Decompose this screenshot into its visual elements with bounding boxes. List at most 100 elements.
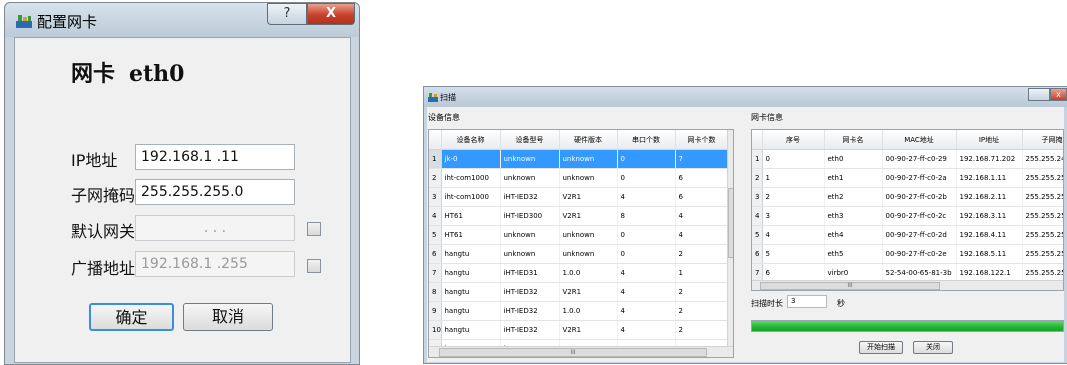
table-cell[interactable]: iHT-IED32 [500, 187, 560, 207]
row-number[interactable]: 1 [752, 149, 763, 169]
broadcast-field[interactable]: 192.168.1 .255 [135, 251, 295, 277]
row-number[interactable]: 8 [429, 282, 442, 302]
table-cell[interactable]: 7 [675, 149, 729, 169]
row-number[interactable]: 4 [429, 206, 442, 226]
table-cell[interactable]: 00-90-27-ff-c0-2a [882, 168, 957, 188]
table-row[interactable]: 2 iht-com1000 unknown unknown 0 6 [429, 168, 729, 188]
table-cell[interactable]: iHT-IED32 [500, 320, 560, 340]
table-cell[interactable]: 192.168.4.11 [956, 225, 1023, 245]
table-row[interactable]: 9 hangtu iHT-IED32 1.0.0 4 2 [429, 301, 729, 321]
table-row[interactable]: 1 0 eth0 00-90-27-ff-c0-29 192.168.71.202 255… [752, 149, 1063, 169]
table-cell[interactable]: hangtu [441, 301, 501, 321]
table-cell[interactable]: jk-0 [441, 149, 501, 169]
table-cell[interactable]: 6 [675, 187, 729, 207]
table-cell[interactable]: V2R1 [559, 187, 618, 207]
table-row[interactable]: 6 5 eth5 00-90-27-ff-c0-2e 192.168.5.11 255.2… [752, 244, 1063, 264]
table-cell[interactable]: unknown [559, 149, 618, 169]
table-cell[interactable]: 0 [617, 149, 676, 169]
table-cell[interactable]: unknown [559, 168, 618, 188]
close-button[interactable]: X [307, 3, 355, 25]
column-header[interactable]: 序号 [762, 130, 825, 150]
help-button[interactable]: ? [267, 3, 307, 25]
table-row[interactable]: 5 HT61 unknown unknown 0 4 [429, 225, 729, 245]
table-cell[interactable]: 1.0.0 [559, 301, 618, 321]
row-number[interactable]: 2 [429, 168, 442, 188]
table-row[interactable]: 1 jk-0 unknown unknown 0 7 [429, 149, 729, 169]
table-cell[interactable]: 255.255.25 [1022, 168, 1063, 188]
table-cell[interactable]: 0 [762, 149, 825, 169]
table-cell[interactable]: 1 [762, 168, 825, 188]
table-cell[interactable]: 192.168.3.11 [956, 206, 1023, 226]
table-cell[interactable]: unknown [500, 168, 560, 188]
table-cell[interactable]: 4 [675, 225, 729, 245]
row-number[interactable]: 4 [752, 206, 763, 226]
column-header[interactable]: IP地址 [956, 130, 1023, 150]
table-cell[interactable]: 4 [617, 301, 676, 321]
table-cell[interactable]: hangtu [441, 263, 501, 283]
table-cell[interactable]: 255.255.24 [1022, 149, 1063, 169]
table-row[interactable]: 4 3 eth3 00-90-27-ff-c0-2c 192.168.3.11 255.2… [752, 206, 1063, 226]
gateway-checkbox[interactable] [307, 222, 321, 236]
table-cell[interactable]: iHT-IED32 [500, 282, 560, 302]
table-cell[interactable]: 00-90-27-ff-c0-29 [882, 149, 957, 169]
column-header[interactable]: 串口个数 [617, 130, 676, 150]
cancel-button[interactable]: 取消 [183, 303, 273, 331]
table-cell[interactable]: 6 [675, 168, 729, 188]
table-cell[interactable]: 0 [617, 244, 676, 264]
table-cell[interactable]: hangtu [441, 320, 501, 340]
table-cell[interactable]: eth3 [824, 206, 883, 226]
table-cell[interactable]: eth1 [824, 168, 883, 188]
row-number[interactable]: 6 [429, 244, 442, 264]
table-cell[interactable]: 4 [762, 225, 825, 245]
table-cell[interactable]: unknown [500, 244, 560, 264]
close-dialog-button[interactable]: 关闭 [913, 341, 953, 354]
column-header[interactable]: 网卡名 [824, 130, 883, 150]
table-cell[interactable]: 4 [617, 187, 676, 207]
column-header[interactable]: 网卡个数 [675, 130, 729, 150]
table-cell[interactable]: 00-90-27-ff-c0-2d [882, 225, 957, 245]
table-cell[interactable]: eth5 [824, 244, 883, 264]
table-row[interactable]: 5 4 eth4 00-90-27-ff-c0-2d 192.168.4.11 255.2… [752, 225, 1063, 245]
column-header[interactable]: 设备型号 [500, 130, 560, 150]
table-cell[interactable]: eth2 [824, 187, 883, 207]
table-cell[interactable]: HT61 [441, 206, 501, 226]
table-cell[interactable]: iHT-IED31 [500, 263, 560, 283]
table-cell[interactable]: unknown [500, 149, 560, 169]
table-cell[interactable]: 0 [617, 168, 676, 188]
row-number[interactable]: 2 [752, 168, 763, 188]
table-cell[interactable]: 00-90-27-ff-c0-2c [882, 206, 957, 226]
gateway-field[interactable]: . . . [135, 215, 295, 241]
table-cell[interactable]: 1.0.0 [559, 263, 618, 283]
table-cell[interactable]: 2 [675, 301, 729, 321]
table-cell[interactable]: 2 [675, 320, 729, 340]
table-cell[interactable]: 4 [617, 263, 676, 283]
column-header[interactable]: MAC地址 [882, 130, 957, 150]
table-cell[interactable]: 255.255.25 [1022, 244, 1063, 264]
row-number[interactable]: 3 [429, 187, 442, 207]
table-cell[interactable]: iHT-IED32 [500, 301, 560, 321]
row-number[interactable]: 1 [429, 149, 442, 169]
scroll-thumb[interactable]: III [439, 348, 707, 357]
table-cell[interactable]: 2 [675, 282, 729, 302]
table-cell[interactable]: HT61 [441, 225, 501, 245]
table-row[interactable]: 3 iht-com1000 iHT-IED32 V2R1 4 6 [429, 187, 729, 207]
table-row[interactable]: 7 hangtu iHT-IED31 1.0.0 4 1 [429, 263, 729, 283]
table-cell[interactable]: 00-90-27-ff-c0-2b [882, 187, 957, 207]
table-cell[interactable]: V2R1 [559, 320, 618, 340]
row-number[interactable]: 7 [429, 263, 442, 283]
table-row[interactable]: 4 HT61 iHT-IED300 V2R1 8 4 [429, 206, 729, 226]
title-bar[interactable]: 扫描 x [424, 87, 1067, 107]
table-cell[interactable]: 00-90-27-ff-c0-2e [882, 244, 957, 264]
minimize-button[interactable] [1028, 88, 1050, 101]
table-cell[interactable]: hangtu [441, 282, 501, 302]
start-scan-button[interactable]: 开始扫描 [859, 341, 903, 354]
row-number[interactable]: 5 [429, 225, 442, 245]
table-cell[interactable]: 8 [617, 206, 676, 226]
table-row[interactable]: 8 hangtu iHT-IED32 V2R1 4 2 [429, 282, 729, 302]
column-header[interactable]: 设备名称 [441, 130, 501, 150]
table-cell[interactable]: iht-com1000 [441, 187, 501, 207]
row-number[interactable]: 6 [752, 244, 763, 264]
table-cell[interactable]: 255.255.25 [1022, 225, 1063, 245]
table-cell[interactable]: V2R1 [559, 282, 618, 302]
row-number[interactable]: 10 [429, 320, 442, 340]
